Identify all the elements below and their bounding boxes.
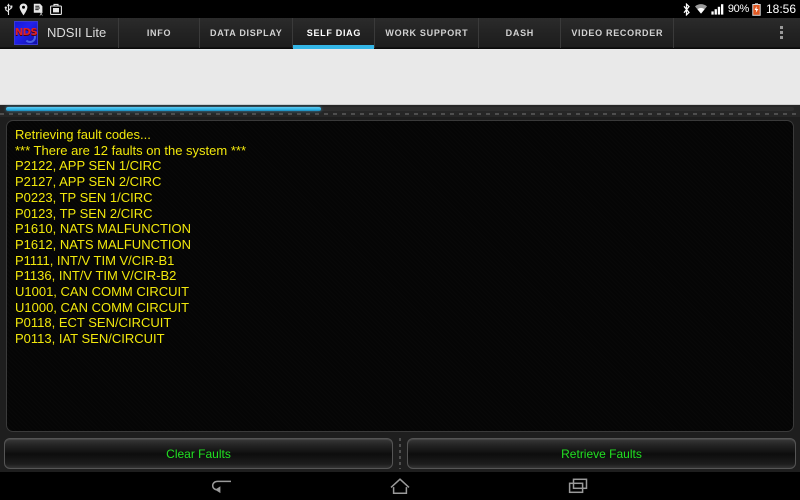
tab-data-display[interactable]: DATA DISPLAY <box>200 17 294 48</box>
tab-bar: INFO DATA DISPLAY SELF DIAG WORK SUPPORT… <box>118 17 766 49</box>
tab-work-support[interactable]: WORK SUPPORT <box>375 17 480 48</box>
console-line: P0123, TP SEN 2/CIRC <box>15 205 153 221</box>
usb-icon <box>3 2 14 16</box>
console-line: *** There are 12 faults on the system **… <box>15 142 246 158</box>
overflow-menu-icon[interactable] <box>766 18 796 48</box>
app-logo-text: NDS <box>14 27 38 38</box>
console-line: U1000, CAN COMM CIRCUIT <box>15 299 190 315</box>
console-line: P1612, NATS MALFUNCTION <box>15 236 192 252</box>
tab-video-recorder[interactable]: VIDEO RECORDER <box>561 17 675 48</box>
info-panel-blank <box>0 49 800 105</box>
console-container: Retrieving fault codes... *** There are 1… <box>0 117 800 435</box>
progress-fill <box>6 107 322 111</box>
console-line: P1610, NATS MALFUNCTION <box>15 221 192 237</box>
console-line: P0113, IAT SEN/CIRCUIT <box>15 331 165 347</box>
briefcase-icon <box>50 3 62 15</box>
overflow-dot-1 <box>779 26 783 29</box>
signal-icon <box>711 3 725 15</box>
console-line: P2122, APP SEN 1/CIRC <box>15 158 162 174</box>
button-divider <box>399 438 401 469</box>
app-logo-icon: NDS <box>14 20 38 45</box>
clear-faults-label: Clear Faults <box>166 446 231 461</box>
svg-text:x: x <box>39 10 43 15</box>
home-icon[interactable] <box>378 472 422 500</box>
status-bar: x 90% 18:56 <box>0 0 800 18</box>
tab-info[interactable]: INFO <box>118 17 200 48</box>
location-pin-icon <box>19 3 28 16</box>
status-bar-right-icons: 90% 18:56 <box>682 2 796 16</box>
action-bar: NDS NDSII Lite INFO DATA DISPLAY SELF DI… <box>0 17 800 49</box>
clock-label: 18:56 <box>765 2 796 16</box>
tab-self-diag[interactable]: SELF DIAG <box>293 17 376 49</box>
back-icon[interactable] <box>200 472 244 500</box>
tab-data-display-label: DATA DISPLAY <box>210 27 283 38</box>
retrieve-faults-button[interactable]: Retrieve Faults <box>407 438 796 469</box>
console-line: Retrieving fault codes... <box>15 127 151 142</box>
tab-bar-spacer <box>674 18 766 48</box>
tab-video-recorder-label: VIDEO RECORDER <box>571 27 664 38</box>
tab-work-support-label: WORK SUPPORT <box>385 27 469 38</box>
clear-faults-button[interactable]: Clear Faults <box>4 438 393 469</box>
document-error-icon: x <box>33 3 45 16</box>
battery-percent-label: 90% <box>727 3 749 15</box>
app-root: x 90% 18:56 NDS NDSII Lite INFO DATA DIS… <box>0 0 800 500</box>
battery-icon <box>752 2 761 16</box>
tab-self-diag-label: SELF DIAG <box>306 27 362 38</box>
tab-dash-label: DASH <box>505 27 534 38</box>
console-line: U1001, CAN COMM CIRCUIT <box>15 284 190 300</box>
tab-dash[interactable]: DASH <box>479 17 562 48</box>
console-line: P1136, INT/V TIM V/CIR-B2 <box>15 268 177 284</box>
console-line: P0118, ECT SEN/CIRCUIT <box>15 315 172 331</box>
action-button-row: Clear Faults Retrieve Faults <box>0 435 800 472</box>
console-line: P2127, APP SEN 2/CIRC <box>15 174 162 190</box>
app-title: NDSII Lite <box>47 25 107 40</box>
fault-code-console[interactable]: Retrieving fault codes... *** There are 1… <box>6 120 794 432</box>
app-brand: NDS NDSII Lite <box>0 20 118 45</box>
bluetooth-icon <box>682 2 691 16</box>
overflow-dot-3 <box>779 36 783 39</box>
wifi-icon <box>694 3 708 15</box>
console-line: P0223, TP SEN 1/CIRC <box>15 189 153 205</box>
retrieve-faults-label: Retrieve Faults <box>561 446 642 461</box>
status-bar-left-icons: x <box>3 2 682 16</box>
console-line: P1111, INT/V TIM V/CIR-B1 <box>15 252 175 268</box>
system-navigation-bar <box>0 472 800 500</box>
tab-info-label: INFO <box>146 27 172 38</box>
progress-bar-area <box>0 105 800 117</box>
recents-icon[interactable] <box>556 472 600 500</box>
overflow-dot-2 <box>779 31 783 34</box>
dashed-divider <box>0 113 800 115</box>
